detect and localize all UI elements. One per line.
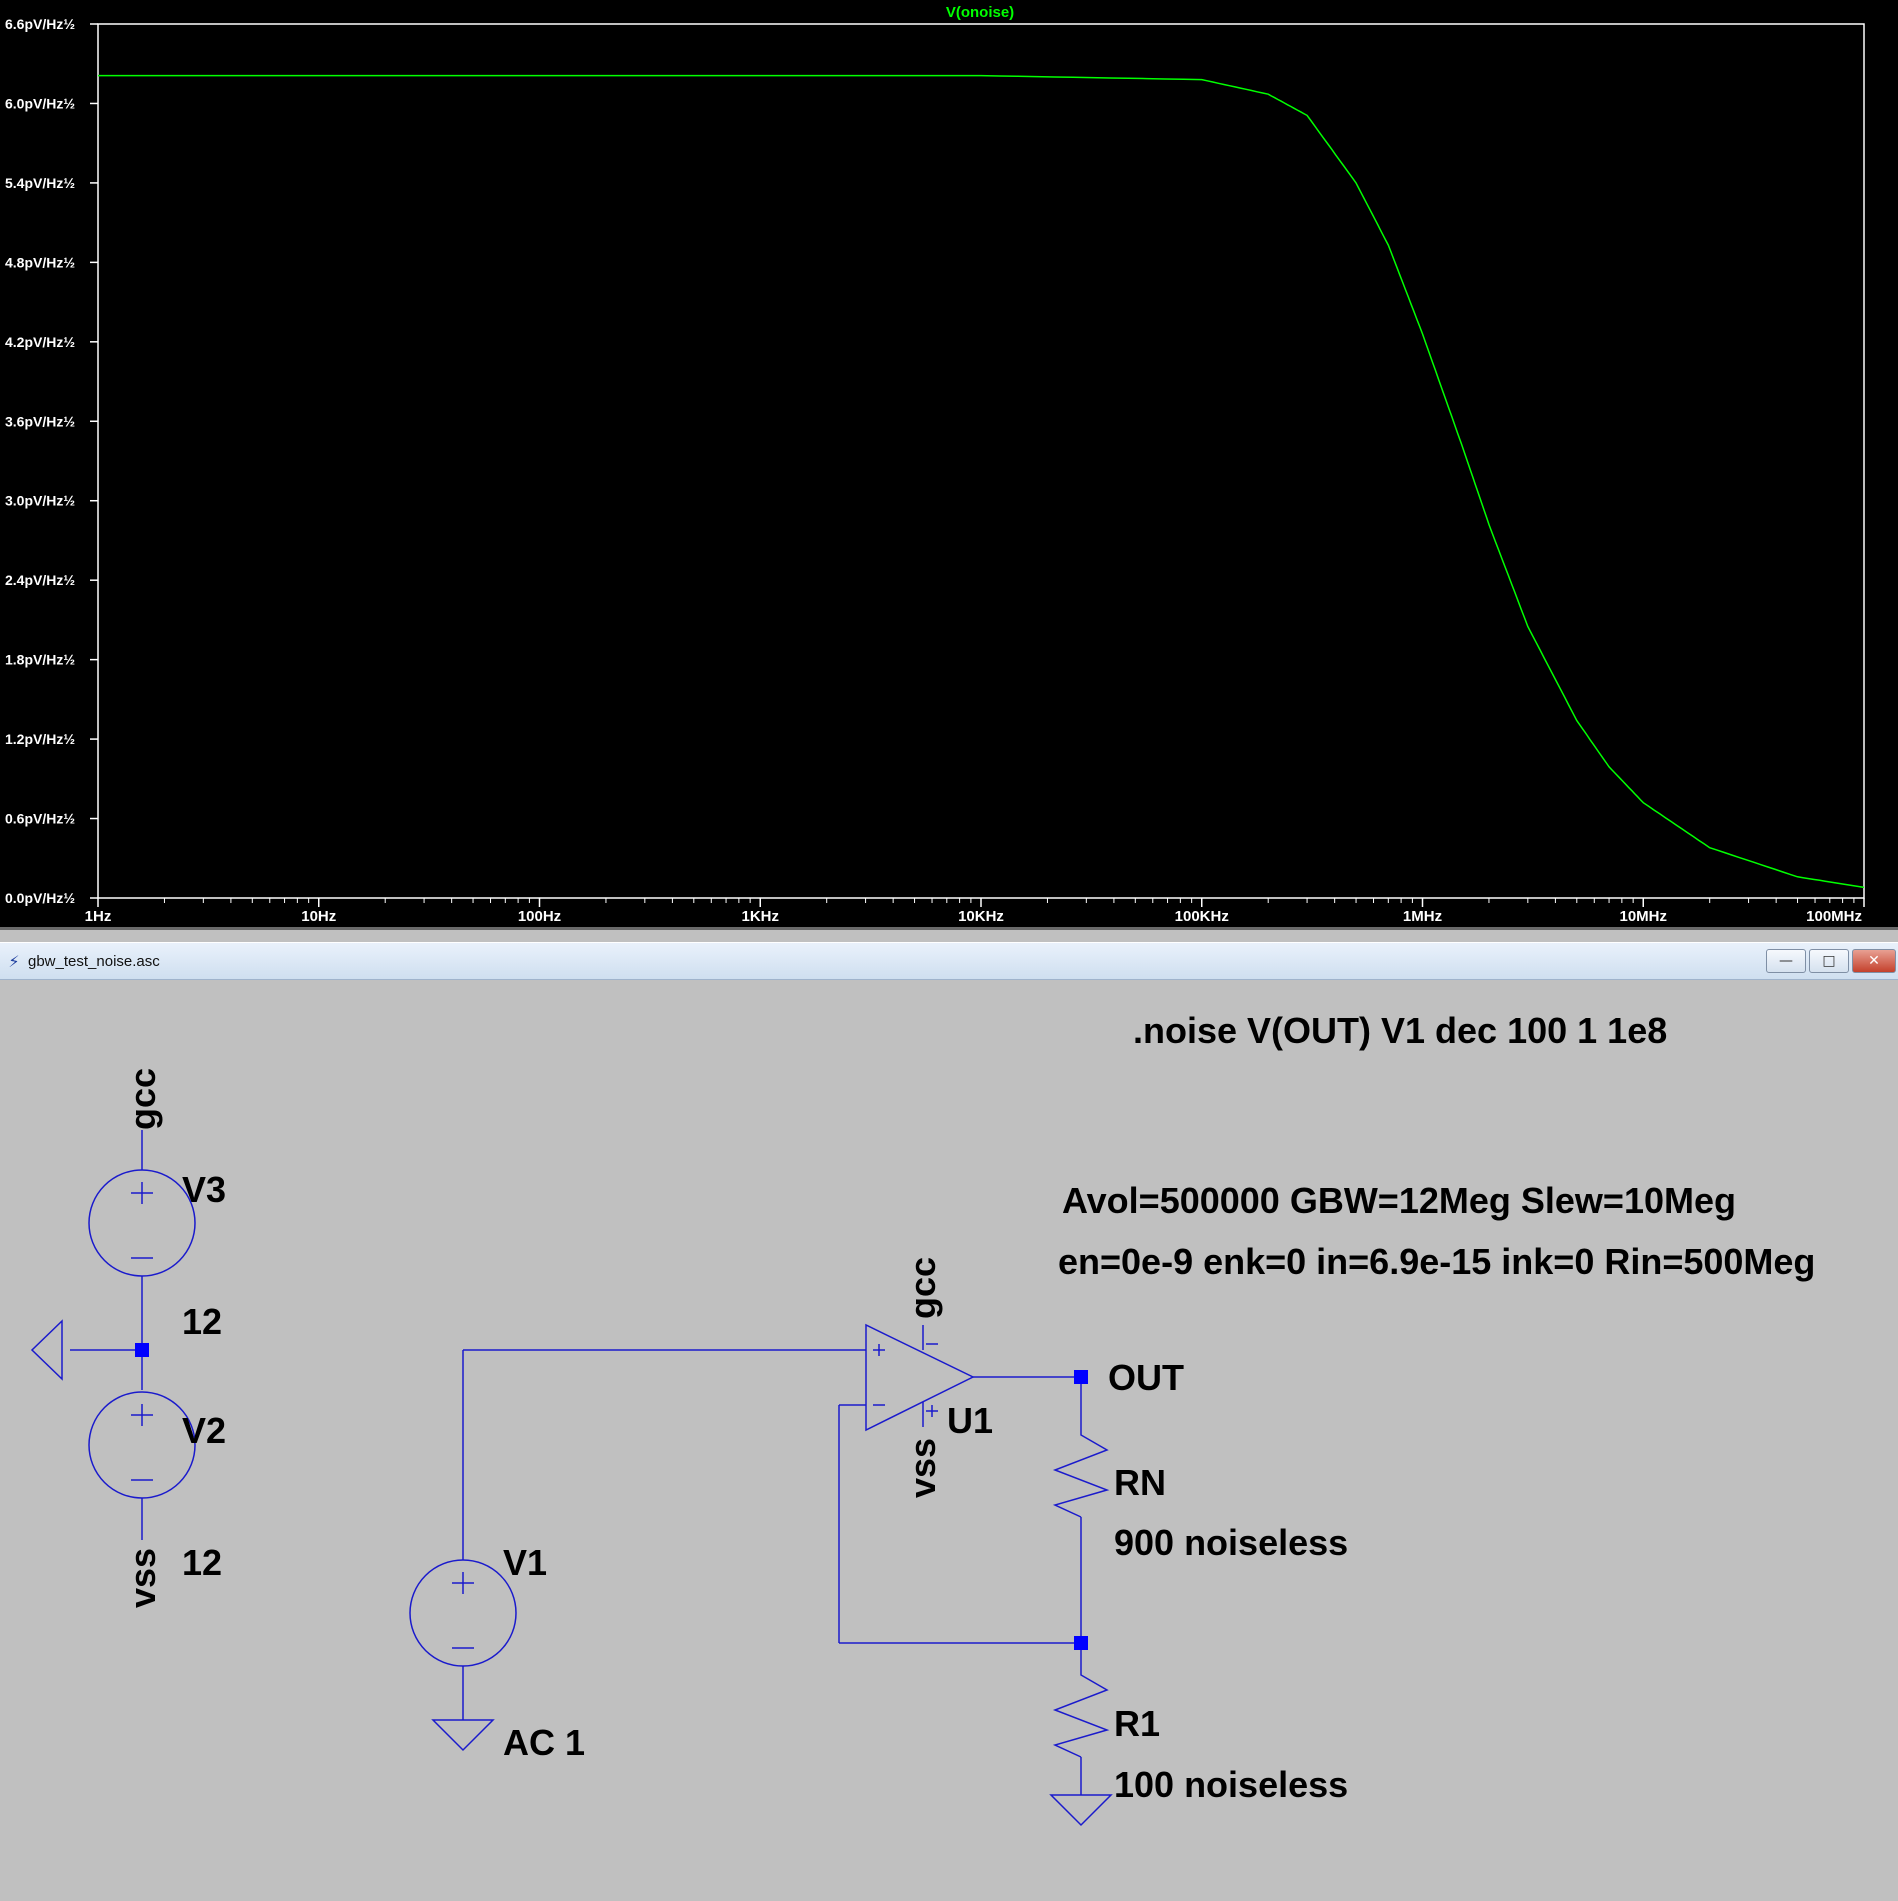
r1-value[interactable]: 100 noiseless — [1114, 1764, 1348, 1805]
x-axis: 1Hz 10Hz 100Hz 1KHz 10KHz 100KHz 1MHz 10MHz 100M… — [85, 898, 1865, 925]
resistor-r1[interactable] — [1052, 1660, 1110, 1758]
y-tick-label: 2.4pV/Hz½ — [5, 572, 75, 588]
schematic-window[interactable]: ⚡ gbw_test_noise.asc — □ ✕ .noise V(OUT)… — [0, 942, 1898, 1901]
y-tick-label: 0.0pV/Hz½ — [5, 890, 75, 906]
y-axis: 0.0pV/Hz½ 0.6pV/Hz½ 1.2pV/Hz½ 1.8pV/Hz½ 2.4p… — [5, 16, 98, 906]
y-tick-label: 4.8pV/Hz½ — [5, 254, 75, 270]
opamp-params-line1[interactable]: Avol=500000 GBW=12Meg Slew=10Meg — [1062, 1180, 1736, 1221]
y-tick-label: 0.6pV/Hz½ — [5, 811, 75, 827]
noise-plot[interactable]: V(onoise) 0.0pV/Hz½ 0.6pV/Hz½ 1.2pV/Hz½ 1.8… — [0, 0, 1898, 930]
net-gcc-opamp[interactable]: gcc — [902, 1257, 943, 1319]
y-tick-label: 5.4pV/Hz½ — [5, 175, 75, 191]
junctions — [135, 1343, 1088, 1650]
x-tick-label: 1Hz — [85, 908, 112, 925]
rn-value[interactable]: 900 noiseless — [1114, 1522, 1348, 1563]
junction-ground — [135, 1343, 149, 1357]
x-tick-label: 100Hz — [518, 908, 561, 925]
net-vss-supply[interactable]: vss — [122, 1548, 163, 1608]
u1-name[interactable]: U1 — [947, 1400, 993, 1441]
close-button[interactable]: ✕ — [1852, 949, 1896, 973]
net-gcc-supply[interactable]: gcc — [122, 1068, 163, 1130]
series-line-v-onoise[interactable] — [98, 74, 1865, 889]
y-tick-label: 3.6pV/Hz½ — [5, 413, 75, 429]
x-tick-label: 1KHz — [741, 908, 779, 925]
trace-label-v-onoise[interactable]: V(onoise) — [946, 4, 1014, 21]
ground-symbol-left — [30, 1319, 63, 1381]
schematic-titlebar[interactable]: ⚡ gbw_test_noise.asc — □ ✕ — [0, 942, 1898, 980]
spice-directive[interactable]: .noise V(OUT) V1 dec 100 1 1e8 — [1133, 1010, 1667, 1051]
v2-name[interactable]: V2 — [182, 1410, 226, 1451]
x-tick-label: 10Hz — [301, 908, 336, 925]
x-tick-label: 10KHz — [958, 908, 1004, 925]
plot-frame — [97, 23, 1865, 899]
junction-out — [1074, 1370, 1088, 1384]
x-tick-label: 1MHz — [1403, 908, 1442, 925]
v1-name[interactable]: V1 — [503, 1542, 547, 1583]
junction-feedback — [1074, 1636, 1088, 1650]
y-tick-label: 3.0pV/Hz½ — [5, 493, 75, 509]
x-tick-label: 100MHz — [1806, 908, 1862, 925]
v3-value[interactable]: 12 — [182, 1301, 222, 1342]
ground-symbol-v1 — [431, 1719, 495, 1752]
y-tick-label: 6.6pV/Hz½ — [5, 16, 75, 32]
v2-value[interactable]: 12 — [182, 1542, 222, 1583]
v1-value[interactable]: AC 1 — [503, 1722, 585, 1763]
waveform-viewer[interactable]: V(onoise) 0.0pV/Hz½ 0.6pV/Hz½ 1.2pV/Hz½ 1.8… — [0, 0, 1898, 930]
labels: .noise V(OUT) V1 dec 100 1 1e8 Avol=5000… — [122, 1010, 1815, 1805]
opamp-params-line2[interactable]: en=0e-9 enk=0 in=6.9e-15 ink=0 Rin=500Me… — [1058, 1241, 1815, 1282]
y-tick-label: 1.8pV/Hz½ — [5, 652, 75, 668]
window-title: gbw_test_noise.asc — [28, 953, 160, 970]
ground-symbol-r1 — [1049, 1794, 1113, 1827]
resistor-rn[interactable] — [1052, 1415, 1110, 1518]
net-vss-opamp[interactable]: vss — [902, 1438, 943, 1498]
minimize-button[interactable]: — — [1766, 949, 1806, 973]
x-tick-label: 10MHz — [1619, 908, 1667, 925]
net-out-label[interactable]: OUT — [1108, 1357, 1184, 1398]
rn-name[interactable]: RN — [1114, 1462, 1166, 1503]
x-tick-label: 100KHz — [1175, 908, 1229, 925]
y-tick-label: 6.0pV/Hz½ — [5, 95, 75, 111]
y-tick-label: 4.2pV/Hz½ — [5, 334, 75, 350]
y-tick-label: 1.2pV/Hz½ — [5, 731, 75, 747]
ltspice-app-icon: ⚡ — [8, 952, 20, 971]
schematic-canvas[interactable]: .noise V(OUT) V1 dec 100 1 1e8 Avol=5000… — [0, 980, 1898, 1901]
maximize-button[interactable]: □ — [1809, 949, 1849, 973]
r1-name[interactable]: R1 — [1114, 1703, 1160, 1744]
v3-name[interactable]: V3 — [182, 1169, 226, 1210]
